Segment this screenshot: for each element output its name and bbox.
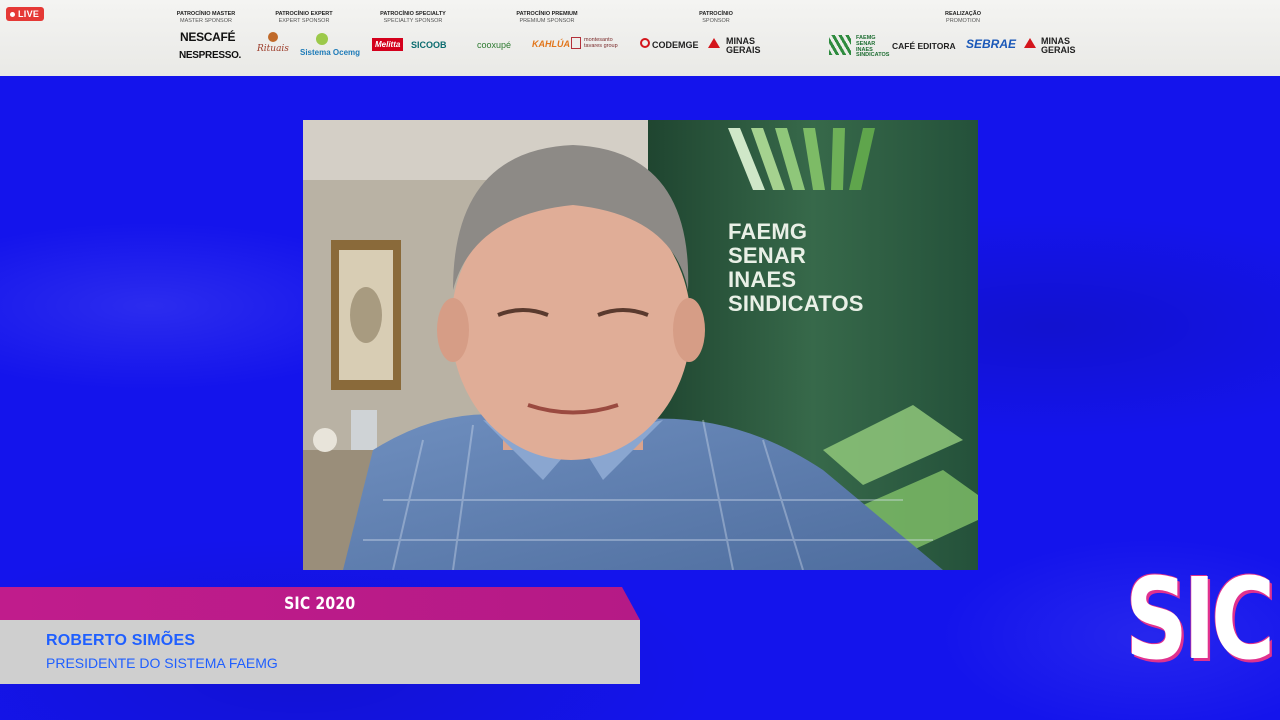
tier-master-sub: MASTER SPONSOR — [180, 17, 232, 24]
video-feed: FAEMG SENAR INAES SINDICATOS — [303, 120, 978, 570]
speaker-name: ROBERTO SIMÕES — [46, 632, 196, 649]
tier-premium-label: PATROCÍNIO PREMIUM — [516, 11, 578, 17]
event-title: SIC 2020 — [284, 593, 356, 614]
name-plate — [0, 620, 640, 684]
logo-nespresso: NESPRESSO. — [179, 50, 242, 61]
banner-line-inaes: INAES — [728, 267, 797, 292]
banner-line-senar: SENAR — [728, 243, 807, 268]
tier-promotion-label: REALIZAÇÃO — [944, 11, 982, 17]
ocemg-leaf-icon — [316, 33, 328, 45]
live-badge: LIVE — [6, 7, 45, 21]
logo-ocemg: Sistema Ocemg — [300, 48, 361, 57]
montesanto-mark-icon — [571, 37, 581, 49]
banner-line-sindicatos: SINDICATOS — [728, 291, 864, 316]
banner-text: FAEMG SENAR INAES SINDICATOS — [728, 220, 864, 316]
tier-expert-sub: EXPERT SPONSOR — [278, 17, 330, 24]
logo-minas-gerais-2: MINAS GERAIS — [1041, 36, 1076, 55]
tier-specialty-sub: SPECIALTY SPONSOR — [383, 17, 443, 24]
sic-brand-mark: SIC — [1125, 555, 1275, 685]
tier-sponsor-sub: SPONSOR — [702, 17, 730, 24]
tier-specialty-label: PATROCÍNIO SPECIALTY — [380, 11, 446, 17]
minas-triangle-icon — [708, 38, 720, 48]
video-scene — [303, 120, 978, 570]
faemg-stripes-icon — [829, 35, 851, 55]
tier-expert: PATROCÍNIO EXPERT EXPERT SPONSOR — [275, 11, 332, 24]
tier-master: PATROCÍNIO MASTER MASTER SPONSOR — [177, 11, 235, 24]
tier-promotion-sub: PROMOTION — [946, 17, 980, 24]
tier-expert-label: PATROCÍNIO EXPERT — [275, 11, 333, 17]
live-dot-icon — [10, 11, 15, 17]
tier-master-label: PATROCÍNIO MASTER — [176, 11, 236, 17]
logo-montesanto: montesanto tavares group — [584, 37, 618, 49]
logo-minas-gerais: MINAS GERAIS — [726, 36, 761, 55]
codemge-circle-icon — [640, 38, 650, 48]
logo-faemg: FAEMG SENAR INAES SINDICATOS — [856, 35, 890, 59]
live-label: LIVE — [18, 9, 40, 19]
sponsor-bar: LIVE PATROCÍNIO MASTER MASTER SPONSOR NE… — [0, 0, 1280, 76]
logo-cafe-editora: CAFÉ EDITORA — [892, 41, 956, 51]
tier-premium: PATROCÍNIO PREMIUM PREMIUM SPONSOR — [516, 11, 577, 24]
tier-sponsor-label: PATROCÍNIO — [699, 11, 733, 17]
tier-sponsor: PATROCÍNIO SPONSOR — [699, 11, 733, 24]
logo-cooxupe: cooxupé — [477, 40, 512, 50]
logo-nescafe: NESCAFÉ — [180, 30, 236, 44]
logo-rituais: Rituais — [257, 44, 289, 54]
minas-triangle-icon-2 — [1024, 38, 1036, 48]
logo-kahlua: KAHLÚA — [532, 39, 570, 49]
tier-premium-sub: PREMIUM SPONSOR — [519, 17, 575, 24]
logo-sebrae: SEBRAE — [966, 37, 1017, 51]
event-bar: SIC 2020 — [0, 587, 640, 620]
logo-sicoob: SICOOB — [411, 40, 447, 50]
logo-codemge: CODEMGE — [652, 40, 699, 50]
logo-melitta: Melitta — [372, 38, 404, 51]
speaker-role: PRESIDENTE DO SISTEMA FAEMG — [46, 655, 278, 671]
banner-line-faemg: FAEMG — [728, 219, 808, 244]
rituais-cup-icon — [268, 32, 278, 42]
tier-specialty: PATROCÍNIO SPECIALTY SPECIALTY SPONSOR — [380, 11, 446, 24]
tier-promotion: REALIZAÇÃO PROMOTION — [945, 11, 981, 24]
